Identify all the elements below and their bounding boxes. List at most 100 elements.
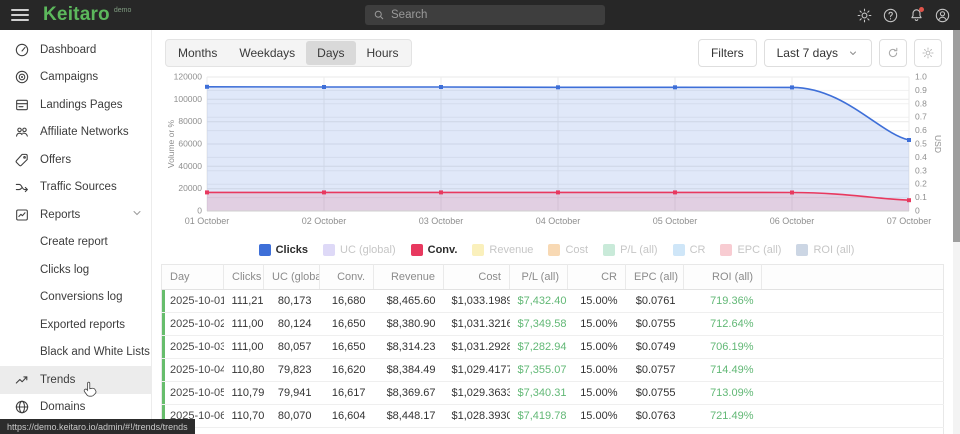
svg-text:80000: 80000 [178,116,202,126]
svg-text:06 October: 06 October [770,216,815,226]
sidebar-item-traffic-sources[interactable]: Traffic Sources [0,174,151,202]
svg-text:USD: USD [933,135,943,153]
legend-label: ROI (all) [813,244,854,256]
legend-swatch [720,244,732,256]
gear-icon [921,46,935,60]
sidebar-item-label: Campaigns [40,71,98,83]
sidebar-item-offers[interactable]: Offers [0,146,151,174]
cell: 111,21 [224,290,264,313]
report-icon [14,207,30,223]
legend-label: UC (global) [340,244,396,256]
svg-text:60000: 60000 [178,139,202,149]
svg-text:0.1: 0.1 [915,192,927,202]
cell: 15.00% [568,290,626,313]
legend-item-p-l-all[interactable]: P/L (all) [603,244,658,256]
page-scrollbar[interactable] [953,30,960,434]
cell: 16,604 [320,405,374,428]
search-box[interactable] [365,5,605,25]
help-icon[interactable] [882,7,899,24]
cell-day: 2025-10-02 [162,313,224,336]
sidebar-item-campaigns[interactable]: Campaigns [0,64,151,92]
sidebar-item-label: Trends [40,374,75,386]
legend-item-epc-all[interactable]: EPC (all) [720,244,781,256]
tab-hours[interactable]: Hours [356,41,410,65]
cell: 15.00% [568,428,626,434]
cell: $8,448.17 [374,405,444,428]
col-header-epc-all: EPC (all) [626,265,684,290]
col-header-cost: Cost [444,265,510,290]
table-row: 2025-10-01111,2180,17316,680$8,465.60$1,… [162,290,944,313]
account-icon[interactable] [934,7,951,24]
cell [762,428,944,434]
col-header-clicks: Clicks [224,265,264,290]
cell: $0.0755 [626,382,684,405]
scrollbar-thumb[interactable] [953,30,960,242]
search-input[interactable] [391,9,597,21]
cell: 713.09% [684,382,762,405]
filters-button[interactable]: Filters [698,39,757,67]
settings-icon[interactable] [856,7,873,24]
cell [762,290,944,313]
legend-item-cr[interactable]: CR [673,244,706,256]
cell: $7,282.94 [510,336,568,359]
trends-table: DayClicksUC (global)Conv.RevenueCostP/L … [161,264,944,434]
toolbar-right: Filters Last 7 days [698,39,942,67]
cell: 15.00% [568,359,626,382]
svg-text:0.7: 0.7 [915,112,927,122]
sidebar-item-black-and-white-lists[interactable]: Black and White Lists [0,339,151,367]
chevron-down-icon [847,47,859,59]
legend-item-uc-global[interactable]: UC (global) [323,244,396,256]
cell: 714.49% [684,359,762,382]
legend-item-roi-all[interactable]: ROI (all) [796,244,854,256]
sidebar-item-create-report[interactable]: Create report [0,229,151,257]
chart-settings-button[interactable] [914,39,942,67]
sidebar-item-conversions-log[interactable]: Conversions log [0,284,151,312]
layout-icon [14,97,30,113]
sidebar-item-affiliate-networks[interactable]: Affiliate Networks [0,119,151,147]
col-header-conv: Conv. [320,265,374,290]
sidebar-item-label: Clicks log [40,264,89,276]
legend-item-revenue[interactable]: Revenue [472,244,533,256]
legend-label: EPC (all) [737,244,781,256]
cell: 63,61 [224,428,264,434]
cell: $595.6457 [444,428,510,434]
sidebar-item-reports[interactable]: Reports [0,201,151,229]
sidebar-item-clicks-log[interactable]: Clicks log [0,256,151,284]
tab-days[interactable]: Days [306,41,355,65]
sidebar-item-landings-pages[interactable]: Landings Pages [0,91,151,119]
svg-text:0.9: 0.9 [915,85,927,95]
sidebar-item-label: Black and White Lists [40,346,150,358]
app-logo[interactable]: Keitaro demo [43,1,131,29]
tab-months[interactable]: Months [167,41,228,65]
trend-icon [14,372,30,388]
cell: $8,384.49 [374,359,444,382]
tab-weekdays[interactable]: Weekdays [228,41,306,65]
cell: 712.64% [684,313,762,336]
sidebar-item-dashboard[interactable]: Dashboard [0,36,151,64]
legend-item-conv[interactable]: Conv. [411,244,458,256]
col-header-roi-all: ROI (all) [684,265,762,290]
cell: 80,124 [264,313,320,336]
cell: 714.61% [684,428,762,434]
col-header-cr: CR [568,265,626,290]
date-range-select[interactable]: Last 7 days [764,39,872,67]
sidebar-item-domains[interactable]: Domains [0,394,151,422]
sidebar-item-trends[interactable]: Trends [0,366,151,394]
sidebar-nav: Dashboard Campaigns Landings PagesAffiliat… [0,36,151,421]
menu-toggle-button[interactable] [11,9,29,21]
topbar-icons [856,0,951,30]
cell: $8,465.60 [374,290,444,313]
cell: 79,941 [264,382,320,405]
sidebar-item-exported-reports[interactable]: Exported reports [0,311,151,339]
cell: $0.0763 [626,405,684,428]
notifications-icon[interactable] [908,7,925,24]
legend-item-clicks[interactable]: Clicks [259,244,308,256]
refresh-button[interactable] [879,39,907,67]
svg-text:0: 0 [915,206,920,216]
table-row: 2025-10-04110,8079,82316,620$8,384.49$1,… [162,359,944,382]
legend-item-cost[interactable]: Cost [548,244,588,256]
cell: 111,00 [224,313,264,336]
cell-day: 2025-10-05 [162,382,224,405]
cell [762,313,944,336]
legend-swatch [259,244,271,256]
